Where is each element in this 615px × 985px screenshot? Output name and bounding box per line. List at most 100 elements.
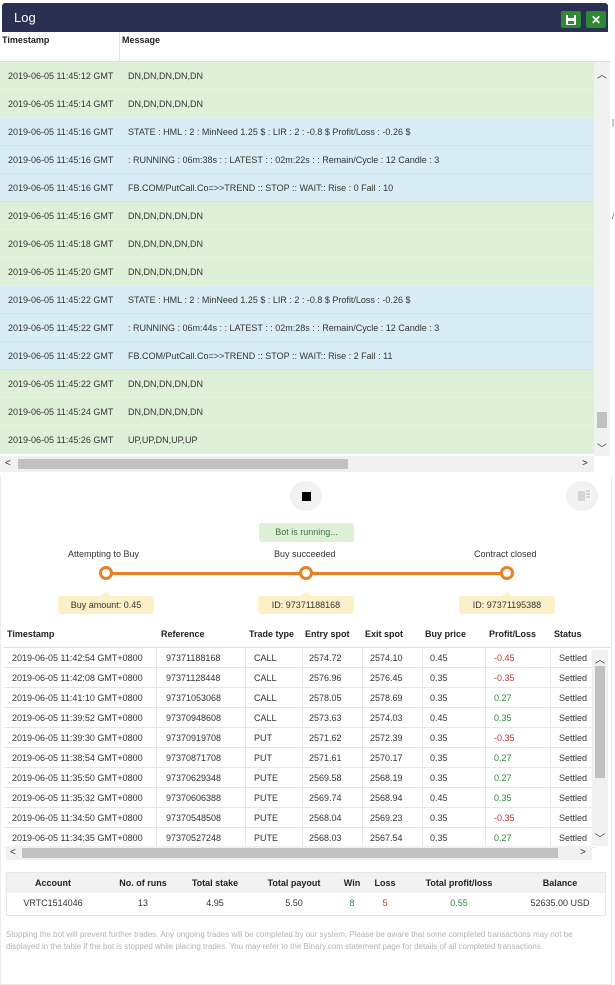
scroll-left-icon[interactable]: <	[10, 847, 16, 858]
tx-cell-trade-type: PUTE	[254, 813, 279, 823]
scroll-left-icon[interactable]: <	[5, 458, 11, 469]
scroll-right-icon[interactable]: >	[582, 458, 588, 469]
log-row: 2019-06-05 11:45:16 GMT FB.COM/PutCall.Co…	[0, 174, 594, 202]
log-timestamp: 2019-06-05 11:45:16 GMT	[8, 211, 114, 221]
summary-col-total-stake: Total stake	[191, 878, 239, 888]
tx-cell-buy-price: 0.45	[430, 713, 448, 723]
clear-transactions-button[interactable]	[566, 481, 598, 511]
log-timestamp: 2019-06-05 11:45:18 GMT	[8, 239, 114, 249]
log-col-message[interactable]: Message	[122, 35, 160, 45]
transactions-table: Timestamp Reference Trade type Entry spot Ex…	[4, 626, 610, 860]
summary-table: Account No. of runs Total stake Total payou…	[6, 872, 606, 916]
tx-cell-trade-type: PUTE	[254, 793, 279, 803]
log-row: 2019-06-05 11:45:22 GMT STATE : HML : 2 :…	[0, 286, 594, 314]
log-message: DN,DN,DN,DN,DN	[128, 99, 203, 109]
tx-cell-trade-type: PUT	[254, 733, 272, 743]
log-title: Log	[14, 10, 36, 25]
tx-col-profit-loss[interactable]: Profit/Loss	[489, 629, 536, 639]
tx-cell-status: Settled	[559, 713, 588, 723]
tx-col-entry-spot[interactable]: Entry spot	[305, 629, 350, 639]
table-row[interactable]: 2019-06-05 11:42:08 GMT+0800 97371128448 C…	[4, 668, 596, 688]
log-vertical-scrollbar[interactable]: ︿ ﹀	[594, 62, 610, 456]
tx-cell-timestamp: 2019-06-05 11:39:30 GMT+0800	[12, 733, 143, 743]
tx-cell-profit-loss: 0.35	[494, 793, 512, 803]
tx-col-exit-spot[interactable]: Exit spot	[365, 629, 403, 639]
log-hscroll-thumb[interactable]	[18, 459, 348, 469]
tx-scroll-thumb[interactable]	[595, 666, 605, 778]
log-message: DN,DN,DN,DN,DN	[128, 407, 203, 417]
tx-cell-trade-type: PUT	[254, 753, 272, 763]
scroll-right-icon[interactable]: >	[580, 847, 586, 858]
tx-cell-entry-spot: 2574.72	[309, 653, 342, 663]
tx-cell-timestamp: 2019-06-05 11:35:50 GMT+0800	[12, 773, 143, 783]
summary-col-total-profit-loss: Total profit/loss	[425, 878, 493, 888]
tx-cell-timestamp: 2019-06-05 11:42:08 GMT+0800	[12, 673, 143, 683]
tx-cell-profit-loss: 0.27	[494, 753, 512, 763]
tx-col-trade-type[interactable]: Trade type	[249, 629, 294, 639]
tx-cell-buy-price: 0.35	[430, 813, 448, 823]
table-row[interactable]: 2019-06-05 11:42:54 GMT+0800 97371188168 C…	[4, 648, 596, 668]
log-timestamp: 2019-06-05 11:45:22 GMT	[8, 379, 114, 389]
tx-cell-exit-spot: 2574.10	[370, 653, 403, 663]
log-message: UP,UP,DN,UP,UP	[128, 435, 198, 445]
tx-cell-trade-type: PUTE	[254, 833, 279, 843]
tx-column-divider	[422, 648, 423, 846]
offscreen-fragment: /	[612, 212, 615, 221]
summary-value-loss: 5	[382, 898, 388, 908]
log-timestamp: 2019-06-05 11:45:24 GMT	[8, 407, 114, 417]
table-row[interactable]: 2019-06-05 11:34:50 GMT+0800 97370548508 P…	[4, 808, 596, 828]
tx-horizontal-scrollbar[interactable]: < >	[6, 846, 592, 860]
log-list: 2019-06-05 11:45:12 GMT DN,DN,DN,DN,DN 201…	[0, 62, 594, 456]
tx-cell-buy-price: 0.35	[430, 693, 448, 703]
table-row[interactable]: 2019-06-05 11:35:32 GMT+0800 97370606388 P…	[4, 788, 596, 808]
tx-col-buy-price[interactable]: Buy price	[425, 629, 466, 639]
log-timestamp: 2019-06-05 11:45:14 GMT	[8, 99, 114, 109]
tx-cell-profit-loss: -0.35	[494, 673, 515, 683]
log-col-timestamp[interactable]: Timestamp	[2, 35, 49, 45]
tx-cell-buy-price: 0.35	[430, 733, 448, 743]
scroll-up-icon[interactable]: ︿	[597, 66, 607, 81]
column-divider[interactable]	[119, 32, 120, 61]
tx-column-divider	[245, 648, 246, 846]
scroll-down-icon[interactable]: ﹀	[595, 830, 605, 845]
log-message: STATE : HML : 2 : MinNeed 1.25 $ : LIR :…	[128, 295, 411, 305]
table-row[interactable]: 2019-06-05 11:35:50 GMT+0800 97370629348 P…	[4, 768, 596, 788]
tx-col-reference[interactable]: Reference	[161, 629, 205, 639]
log-timestamp: 2019-06-05 11:45:26 GMT	[8, 435, 114, 445]
tx-cell-reference: 97370629348	[166, 773, 222, 783]
table-row[interactable]: 2019-06-05 11:39:52 GMT+0800 97370948608 C…	[4, 708, 596, 728]
log-horizontal-scrollbar[interactable]: < >	[0, 456, 594, 472]
tx-cell-exit-spot: 2569.23	[370, 813, 403, 823]
log-timestamp: 2019-06-05 11:45:22 GMT	[8, 295, 114, 305]
log-scroll-thumb[interactable]	[597, 412, 607, 428]
tx-vertical-scrollbar[interactable]: ︿ ﹀	[592, 650, 608, 846]
step-dot-bought	[299, 566, 313, 580]
scroll-up-icon[interactable]: ︿	[595, 651, 605, 666]
tx-column-divider	[485, 648, 486, 846]
tx-col-timestamp[interactable]: Timestamp	[7, 629, 54, 639]
table-row[interactable]: 2019-06-05 11:39:30 GMT+0800 97370919708 P…	[4, 728, 596, 748]
summary-col-account: Account	[35, 878, 71, 888]
tx-cell-reference: 97370871708	[166, 753, 222, 763]
summary-value-total-profit-loss: 0.55	[450, 898, 468, 908]
log-row: 2019-06-05 11:45:24 GMT DN,DN,DN,DN,DN	[0, 398, 594, 426]
log-message: DN,DN,DN,DN,DN	[128, 211, 203, 221]
tx-col-status[interactable]: Status	[554, 629, 582, 639]
save-log-button[interactable]	[561, 11, 581, 28]
tx-cell-timestamp: 2019-06-05 11:35:32 GMT+0800	[12, 793, 143, 803]
stop-bot-button[interactable]	[290, 481, 322, 511]
scroll-down-icon[interactable]: ﹀	[597, 440, 607, 455]
step-label-bought: Buy succeeded	[274, 549, 336, 559]
close-log-button[interactable]: ✕	[586, 11, 606, 28]
table-row[interactable]: 2019-06-05 11:38:54 GMT+0800 97370871708 P…	[4, 748, 596, 768]
tx-hscroll-thumb[interactable]	[22, 848, 558, 858]
log-row: 2019-06-05 11:45:16 GMT DN,DN,DN,DN,DN	[0, 202, 594, 230]
tx-cell-status: Settled	[559, 753, 588, 763]
table-row[interactable]: 2019-06-05 11:34:35 GMT+0800 97370527248 P…	[4, 828, 596, 848]
buy-amount-tip: Buy amount: 0.45	[58, 591, 154, 614]
table-row[interactable]: 2019-06-05 11:41:10 GMT+0800 97371053068 C…	[4, 688, 596, 708]
log-column-headers: Timestamp Message	[0, 32, 610, 62]
log-row: 2019-06-05 11:45:16 GMT: RUNNING : 06m:3…	[0, 146, 594, 174]
log-row: 2019-06-05 11:45:12 GMT DN,DN,DN,DN,DN	[0, 62, 594, 90]
tx-cell-profit-loss: 0.27	[494, 833, 512, 843]
